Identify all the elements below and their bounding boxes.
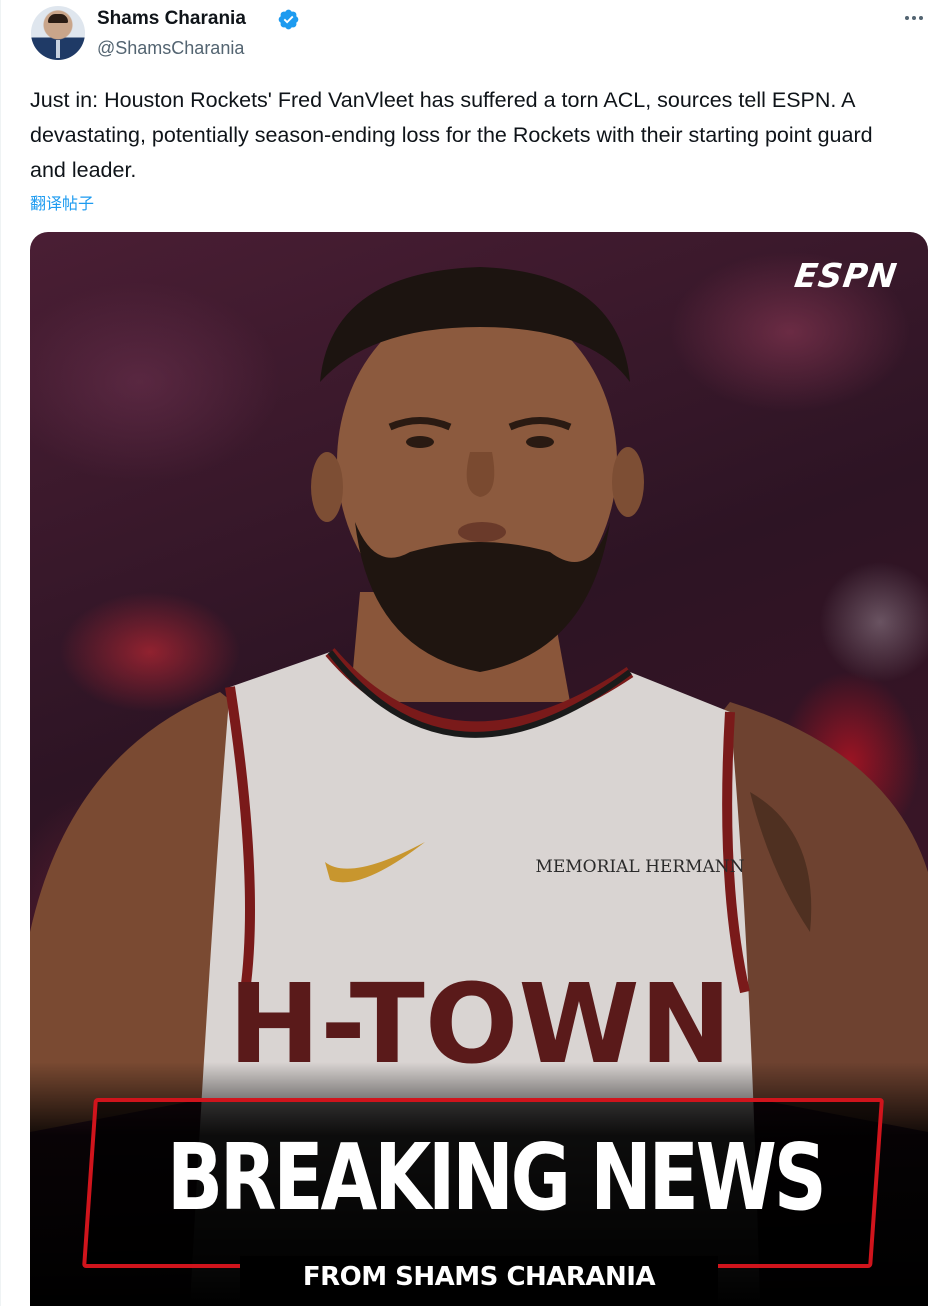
more-options-icon[interactable]: [898, 4, 930, 32]
dot: [919, 16, 923, 20]
translate-post-link[interactable]: 翻译帖子: [30, 190, 94, 214]
author-handle[interactable]: @ShamsCharania: [97, 37, 244, 59]
dot: [912, 16, 916, 20]
breaking-news-headline: BREAKING NEWS: [167, 1124, 827, 1231]
espn-logo: ESPN: [792, 256, 900, 295]
tweet-media-image[interactable]: H-TOWN MEMORIAL HERMANN ESPN BREAKING NE…: [30, 232, 928, 1306]
breaking-news-subline: FROM SHAMS CHARANIA: [302, 1262, 656, 1292]
tweet-card[interactable]: Shams Charania @ShamsCharania Just in: H…: [0, 0, 945, 1306]
avatar-tie: [56, 40, 60, 58]
author-name[interactable]: Shams Charania: [97, 8, 246, 30]
avatar[interactable]: [31, 6, 85, 60]
tweet-text: Just in: Houston Rockets' Fred VanVleet …: [30, 88, 873, 182]
dot: [905, 16, 909, 20]
avatar-hair: [48, 14, 68, 23]
verified-badge-icon: [278, 9, 299, 30]
jersey-sponsor: MEMORIAL HERMANN: [535, 857, 744, 877]
